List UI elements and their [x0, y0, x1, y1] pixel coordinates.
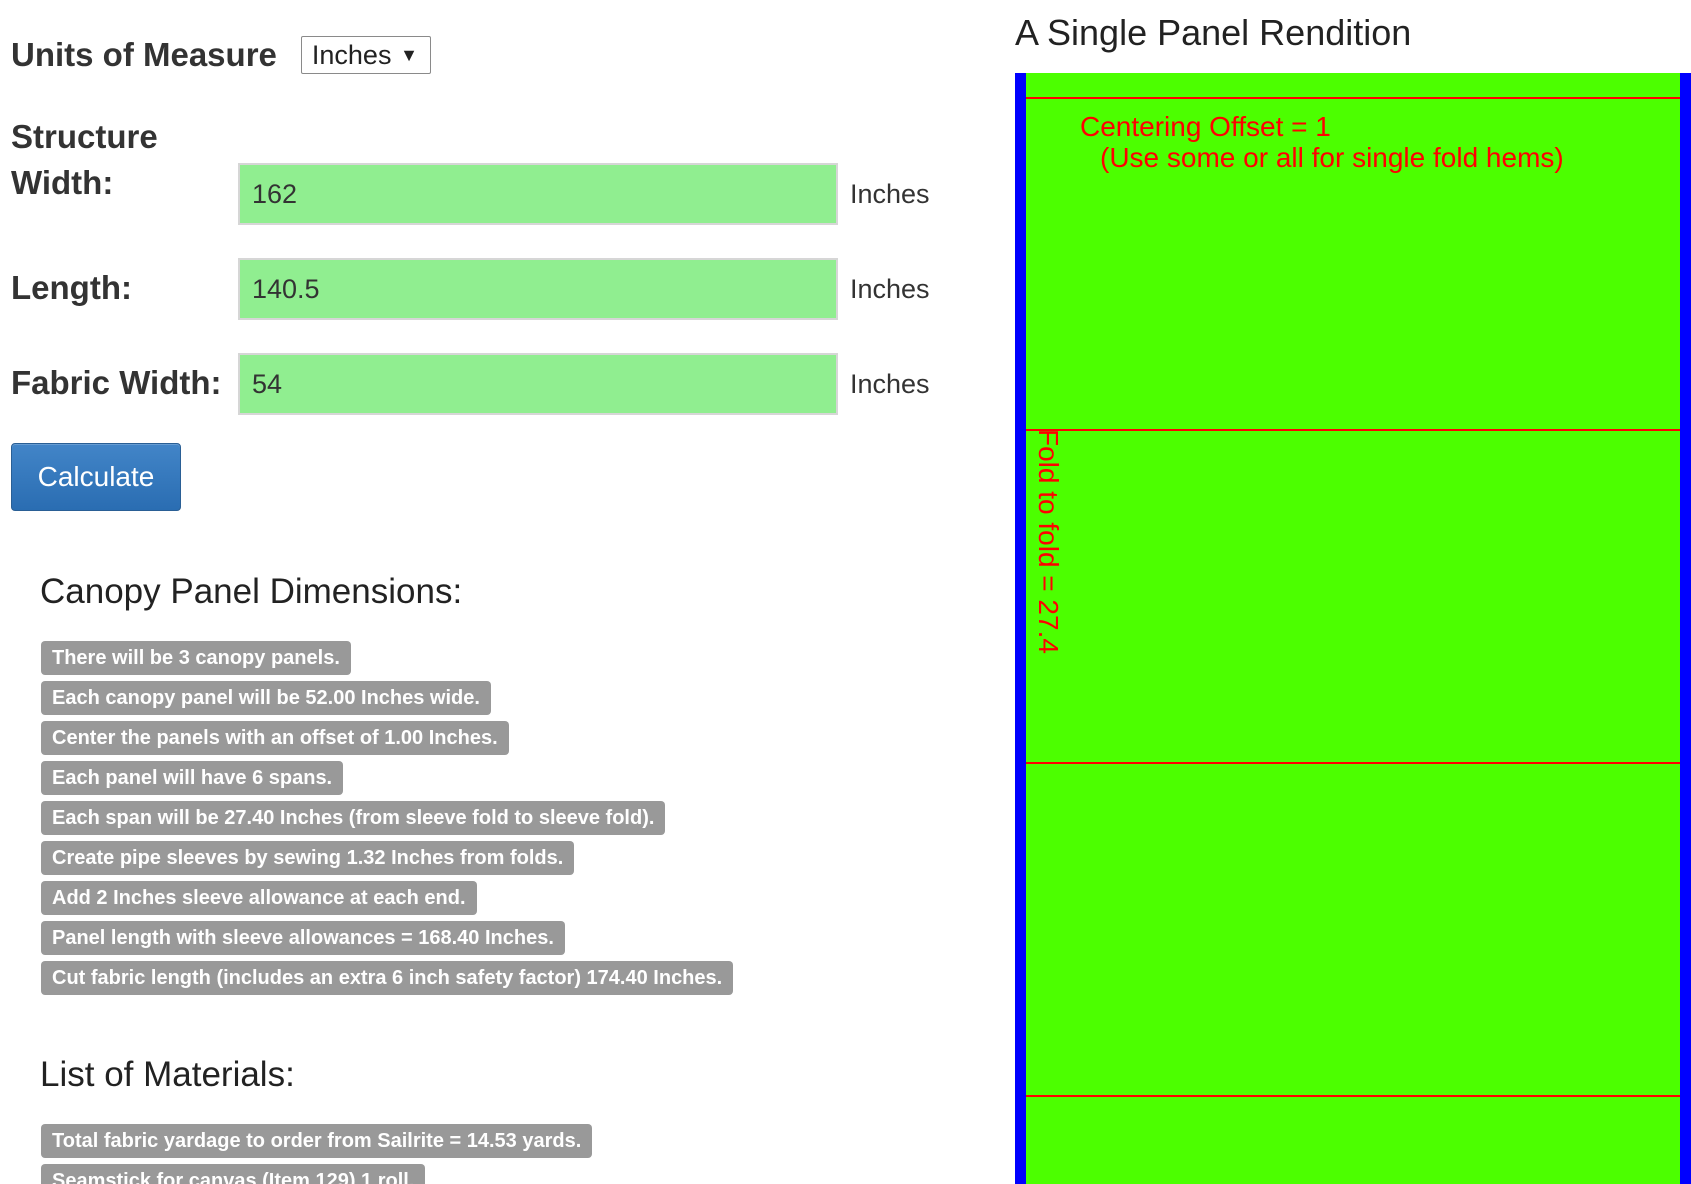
dimension-item: There will be 3 canopy panels. [41, 641, 351, 675]
dimensions-list: There will be 3 canopy panels. Each cano… [41, 641, 734, 995]
units-selected-value: Inches [311, 39, 392, 70]
calculate-button[interactable]: Calculate [11, 443, 181, 511]
materials-title: List of Materials: [40, 1055, 295, 1094]
dimension-item: Create pipe sleeves by sewing 1.32 Inche… [41, 841, 575, 875]
fold-line [1026, 762, 1680, 764]
length-unit: Inches [850, 274, 930, 304]
fold-line [1026, 429, 1680, 431]
dimension-item: Each span will be 27.40 Inches (from sle… [41, 801, 666, 835]
dimension-item: Each canopy panel will be 52.00 Inches w… [41, 681, 491, 715]
dimension-item: Center the panels with an offset of 1.00… [41, 721, 509, 755]
fold-to-fold-label: Fold to fold = 27.4 [1033, 429, 1064, 654]
length-label: Length: [11, 269, 132, 306]
materials-list: Total fabric yardage to order from Sailr… [41, 1124, 593, 1184]
page: Units of Measure Inches ▼ Structure Widt… [0, 0, 1691, 1184]
fold-line [1026, 1095, 1680, 1097]
centering-offset-label: Centering Offset = 1 [1080, 111, 1331, 142]
structure-width-label: Structure Width: [11, 118, 158, 201]
dropdown-arrow-icon: ▼ [400, 44, 418, 65]
material-item: Total fabric yardage to order from Sailr… [41, 1124, 593, 1158]
fabric-width-label: Fabric Width: [11, 364, 222, 401]
structure-width-unit: Inches [850, 179, 930, 209]
dimension-item: Panel length with sleeve allowances = 16… [41, 921, 565, 955]
fabric-width-unit: Inches [850, 369, 930, 399]
dimension-item: Each panel will have 6 spans. [41, 761, 344, 795]
dimensions-title: Canopy Panel Dimensions: [40, 572, 463, 611]
centering-offset-line [1026, 97, 1680, 99]
centering-offset-text: Centering Offset = 1 (Use some or all fo… [1080, 111, 1564, 173]
dimension-item: Cut fabric length (includes an extra 6 i… [41, 961, 734, 995]
length-input[interactable]: 140.5 [238, 258, 838, 320]
units-label: Units of Measure [11, 36, 277, 73]
material-item: Seamstick for canvas (Item 129) 1 roll. [41, 1164, 426, 1184]
units-row: Units of Measure Inches ▼ [11, 36, 431, 74]
fabric-width-input[interactable]: 54 [238, 353, 838, 415]
centering-offset-note: (Use some or all for single fold hems) [1100, 142, 1564, 173]
rendition-title: A Single Panel Rendition [1015, 12, 1412, 53]
units-select[interactable]: Inches ▼ [300, 36, 431, 74]
structure-width-input[interactable]: 162 [238, 163, 838, 225]
dimension-item: Add 2 Inches sleeve allowance at each en… [41, 881, 477, 915]
panel-rendition: Centering Offset = 1 (Use some or all fo… [1015, 73, 1691, 1184]
